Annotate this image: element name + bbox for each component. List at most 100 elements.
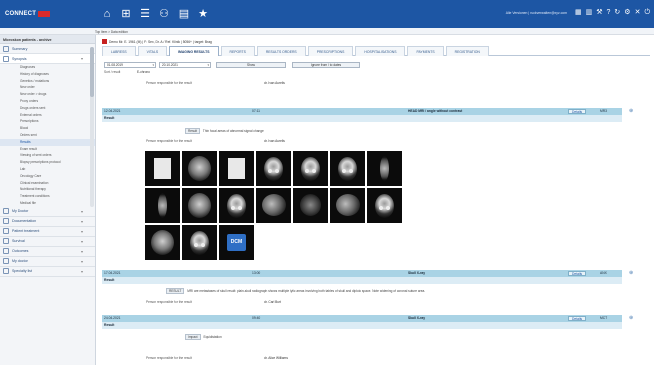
image-thumbnail-mri-sagittal[interactable] — [330, 188, 365, 223]
exam-header[interactable]: 12.04.2021 07:11 HEAD MRI / angle withou… — [102, 108, 622, 115]
refresh-icon[interactable]: ↻ — [614, 9, 620, 17]
exam-header[interactable]: 17.04.2021 13:00 Skull X-ray Details ANX — [102, 270, 622, 277]
date-to-field[interactable]: 20.10.2021 ▾ — [159, 62, 211, 68]
date-from-field[interactable]: 01.08.2019 ▾ — [104, 62, 156, 68]
sidebar-subitem-blood[interactable]: Blood — [0, 125, 95, 132]
tab-vitals[interactable]: VITALS — [137, 46, 168, 56]
sidebar-subitem-results[interactable]: Results — [0, 138, 95, 146]
tab-registration[interactable]: REGISTRATION — [445, 46, 489, 56]
help-icon[interactable]: ? — [607, 9, 611, 17]
sidebar-subitem-oncology-care[interactable]: Oncology Care — [0, 173, 95, 180]
filter-icon[interactable]: ▥ — [586, 9, 593, 17]
breadcrumb[interactable]: Top Item > Data edition — [95, 30, 128, 34]
home-icon[interactable]: ⌂ — [101, 9, 113, 20]
logo-text: CONNECT — [5, 11, 37, 17]
image-thumbnail-dcm[interactable]: DCM — [219, 225, 254, 260]
image-thumbnail-mri-skull[interactable] — [367, 188, 402, 223]
chevron-down-icon[interactable]: ▾ — [81, 259, 83, 264]
sidebar-item-patient-treatment[interactable]: Patient treatment ▾ — [0, 227, 95, 237]
sidebar-subitem-prescriptions[interactable]: Prescriptions — [0, 118, 95, 125]
chevron-down-icon[interactable]: ▾ — [81, 239, 83, 244]
expand-icon[interactable]: ⊕ — [629, 108, 633, 114]
sidebar-subitem-nutritional-therapy[interactable]: Nutritional therapy — [0, 186, 95, 193]
sidebar-subitem-external-orders[interactable]: External orders — [0, 112, 95, 119]
close-icon[interactable]: ✕ — [635, 9, 641, 17]
expand-icon[interactable]: ⊕ — [629, 270, 633, 276]
image-thumbnail-mri-brain[interactable] — [145, 225, 180, 260]
image-thumbnail-mri-skull[interactable] — [219, 188, 254, 223]
sidebar-subitem-diagnoses[interactable]: Diagnoses — [0, 64, 95, 71]
users-chart-icon[interactable]: ⚇ — [158, 9, 170, 20]
settings-icon[interactable]: ⚙ — [624, 9, 630, 17]
details-button[interactable]: Details — [568, 109, 587, 114]
image-thumbnail-mri-skull[interactable] — [256, 151, 291, 186]
sidebar-subitem-history-of-diagnoses[interactable]: History of diagnoses — [0, 71, 95, 78]
sidebar-subitem-new-order-drugs[interactable]: New order > drugs — [0, 91, 95, 98]
sidebar-item-my-doctor[interactable]: My doctor ▾ — [0, 257, 95, 267]
sidebar-scrollbar[interactable] — [90, 47, 94, 207]
details-button[interactable]: Details — [568, 316, 587, 321]
image-thumbnail-mri-skull[interactable] — [182, 225, 217, 260]
sidebar-item-my-doctor[interactable]: My Doctor ▾ — [0, 207, 95, 217]
expand-icon[interactable]: ⊕ — [629, 315, 633, 321]
image-thumbnail-mri-brain[interactable] — [182, 151, 217, 186]
sidebar-item-outcomes[interactable]: Outcomes ▾ — [0, 247, 95, 257]
show-button[interactable]: Show — [216, 62, 286, 68]
sidebar-subitem-clinical-examination[interactable]: Clinical examination — [0, 180, 95, 187]
chevron-down-icon[interactable]: ▾ — [81, 229, 83, 234]
sidebar-item-specialty-list[interactable]: Specialty list ▾ — [0, 267, 95, 277]
sidebar-item-survival[interactable]: Survival ▾ — [0, 237, 95, 247]
sidebar-subitem-exam-result[interactable]: Exam result — [0, 146, 95, 153]
tab-reports[interactable]: REPORTS — [220, 46, 255, 56]
tools-icon[interactable]: ⚒ — [596, 9, 602, 17]
image-thumbnail-mri-tree[interactable] — [145, 188, 180, 223]
sidebar-subitem-medical-file[interactable]: Medical file — [0, 200, 95, 207]
image-thumbnail-mri-brain[interactable] — [182, 188, 217, 223]
scrollbar-thumb[interactable] — [90, 47, 94, 97]
sidebar-subitem-orders-sent[interactable]: Orders sent — [0, 132, 95, 139]
grid-icon[interactable]: ▦ — [575, 9, 582, 17]
sidebar-item-documentation[interactable]: Documentation ▾ — [0, 217, 95, 227]
list-icon[interactable]: ☰ — [139, 9, 151, 20]
image-thumbnail-mri-tree[interactable] — [367, 151, 402, 186]
chevron-down-icon[interactable]: ▾ — [81, 209, 83, 214]
user-info[interactable]: Alle Versionen | ruckverwalten@xyz.com — [506, 11, 567, 15]
calendar-icon[interactable]: ▾ — [207, 63, 209, 68]
app-logo[interactable]: CONNECT — [5, 9, 51, 19]
image-thumbnail-mri-sagittal[interactable] — [256, 188, 291, 223]
chart-icon[interactable]: ▤ — [178, 9, 190, 20]
sidebar-item-synopsis[interactable]: Synopsis ▾ — [0, 54, 95, 64]
calendar-icon[interactable]: ▾ — [152, 63, 154, 68]
ignore-dates-button[interactable]: Ignore from / to dates — [292, 62, 360, 68]
logout-icon[interactable]: ⏻ — [644, 9, 650, 17]
image-thumbnail-document[interactable] — [145, 151, 180, 186]
exam-header[interactable]: 24.04.2021 09:40 Skull X-ray Details MCT — [102, 315, 622, 322]
tab-imaging-results[interactable]: IMAGING RESULTS — [169, 46, 219, 56]
chevron-down-icon[interactable]: ▾ — [81, 249, 83, 254]
hierarchy-icon[interactable]: ⊞ — [120, 9, 132, 20]
sidebar-subitem-lab[interactable]: Lab — [0, 166, 95, 173]
sidebar-subitem-viewing-of-sent-orders[interactable]: Viewing of sent orders — [0, 152, 95, 159]
image-thumbnail-document[interactable] — [219, 151, 254, 186]
tab-prescriptions[interactable]: PRESCRIPTIONS — [307, 46, 354, 56]
details-button[interactable]: Details — [568, 271, 587, 276]
image-thumbnail-mri-skull[interactable] — [330, 151, 365, 186]
tab-payments[interactable]: PAYMENTS — [407, 46, 444, 56]
sidebar-subitem-treatment-conditions[interactable]: Treatment conditions — [0, 193, 95, 200]
sort-value[interactable]: E-chrono — [137, 70, 150, 74]
tab-labress[interactable]: LABRESS — [102, 46, 136, 56]
sidebar-item-summary[interactable]: Summary — [0, 44, 95, 54]
chevron-down-icon[interactable]: ▾ — [81, 219, 83, 224]
sidebar-subitem-genetics-mutations[interactable]: Genetics / mutations — [0, 78, 95, 85]
sidebar-subitem-proxy-orders[interactable]: Proxy orders — [0, 98, 95, 105]
image-thumbnail-mri-skull[interactable] — [293, 151, 328, 186]
tab-hospitalisations[interactable]: HOSPITALISATIONS — [355, 46, 406, 56]
star-icon[interactable]: ★ — [197, 9, 209, 20]
chevron-down-icon[interactable]: ▾ — [81, 56, 83, 61]
sidebar-subitem-new-order[interactable]: New order — [0, 84, 95, 91]
image-thumbnail-mri-axial[interactable] — [293, 188, 328, 223]
sidebar-subitem-drugs-orders-sent[interactable]: Drugs orders sent — [0, 105, 95, 112]
sidebar-subitem-biopsy-prescriptions-protocol[interactable]: Biopsy prescriptions protocol — [0, 159, 95, 166]
tab-results-orders[interactable]: RESULTS ORDERS — [256, 46, 306, 56]
chevron-down-icon[interactable]: ▾ — [81, 269, 83, 274]
